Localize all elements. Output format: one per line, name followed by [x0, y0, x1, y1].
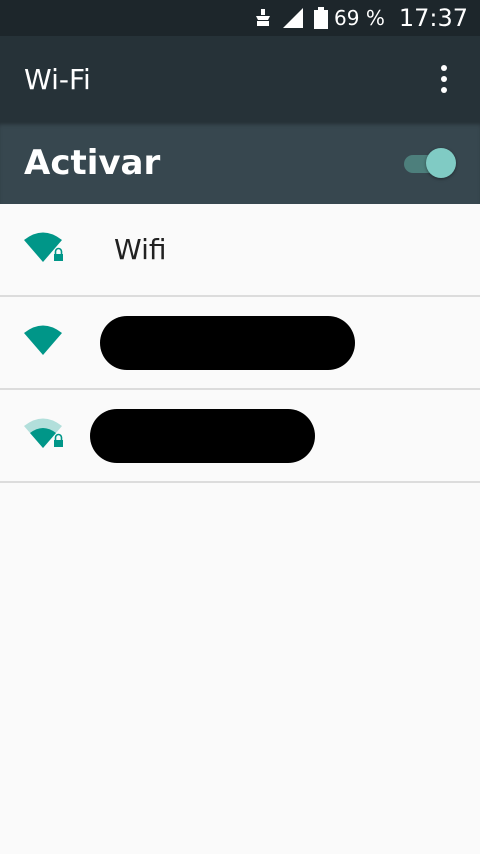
network-list: Wifi [0, 204, 480, 483]
network-name: Wifi [114, 233, 167, 266]
network-item[interactable] [0, 390, 480, 483]
app-bar: Wi-Fi [0, 36, 480, 122]
page-title: Wi-Fi [24, 62, 91, 96]
clock: 17:37 [398, 4, 468, 32]
wifi-toggle-switch[interactable] [402, 148, 456, 178]
signal-icon [282, 7, 304, 29]
wifi-master-switch-bar[interactable]: Activar [0, 122, 480, 204]
network-item[interactable]: Wifi [0, 204, 480, 297]
status-bar: 69 % 17:37 [0, 0, 480, 36]
wifi-lock-icon [24, 232, 66, 268]
redacted-network-name [100, 315, 355, 370]
network-item[interactable] [0, 297, 480, 390]
wifi-icon [24, 325, 66, 361]
wifi-switch-label: Activar [24, 143, 161, 183]
battery-percentage: 69 % [334, 6, 385, 30]
battery-icon [314, 7, 329, 29]
overflow-menu-icon[interactable] [432, 59, 456, 99]
wifi-lock-icon [24, 418, 66, 454]
redacted-network-name [90, 408, 315, 463]
notification-icon [254, 8, 272, 28]
